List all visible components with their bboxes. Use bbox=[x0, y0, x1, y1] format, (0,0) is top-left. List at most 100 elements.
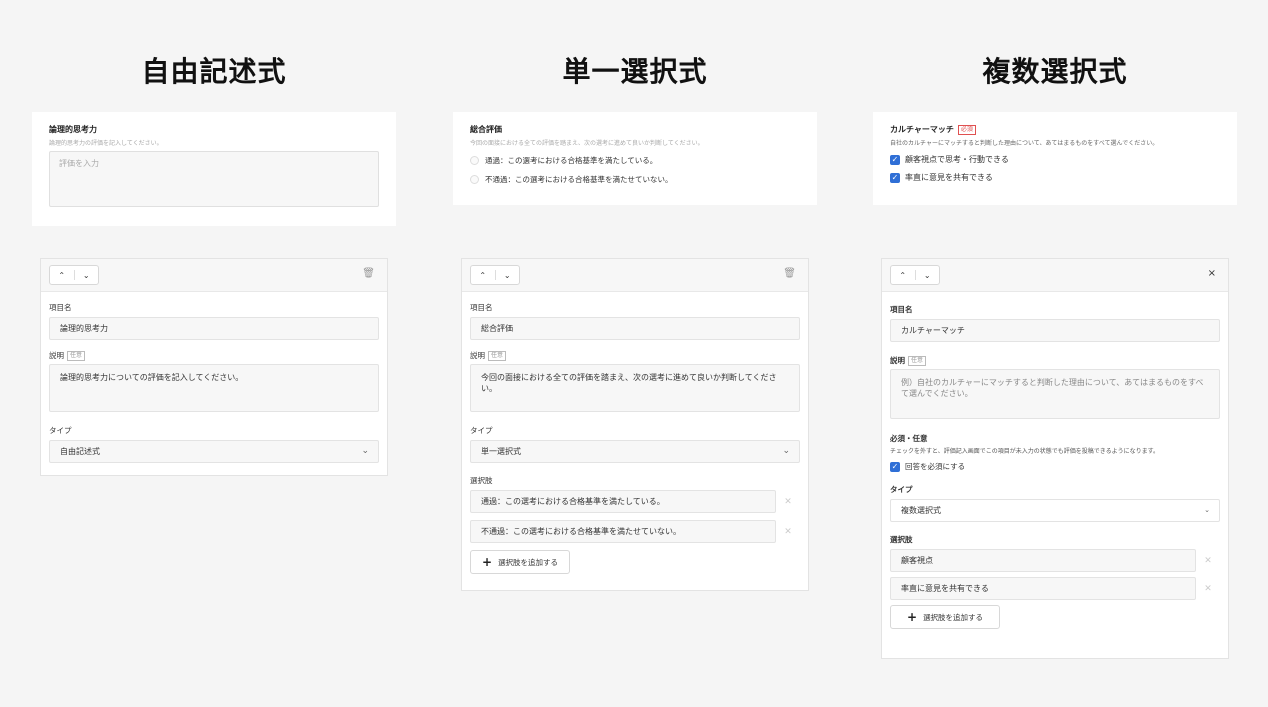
type-label: タイプ bbox=[890, 485, 913, 494]
checkbox-label: 率直に意見を共有できる bbox=[905, 173, 993, 182]
description-label: 説明 bbox=[890, 356, 905, 365]
required-checkbox[interactable]: ✓ 回答を必須にする bbox=[890, 461, 1220, 472]
add-option-button[interactable]: + 選択肢を追加する bbox=[470, 550, 571, 574]
preview-label: 論理的思考力 bbox=[49, 125, 97, 134]
description-label: 説明 bbox=[470, 351, 485, 360]
description-textarea[interactable]: 論理的思考力についての評価を記入してください。 bbox=[49, 364, 379, 412]
radio-icon[interactable] bbox=[470, 175, 479, 184]
item-name-input[interactable]: カルチャーマッチ bbox=[890, 319, 1220, 342]
preview-description: 論理的思考力の評価を記入してください。 bbox=[49, 140, 163, 147]
trash-icon[interactable]: 🗑 bbox=[783, 268, 796, 279]
single-choice-preview: 総合評価 今回の面接における全ての評価を踏まえ、次の選考に進めて良いか判断してく… bbox=[453, 112, 817, 205]
editor-header: ⌃ ⌄ 🗑 bbox=[462, 259, 808, 292]
chevron-down-icon[interactable]: ⌄ bbox=[496, 271, 520, 280]
option-input[interactable]: 率直に意見を共有できる bbox=[890, 577, 1196, 600]
optional-badge: 任意 bbox=[67, 351, 86, 361]
option-input[interactable]: 不通過：この選考における合格基準を満たせていない。 bbox=[470, 520, 776, 543]
preview-description: 今回の面接における全ての評価を踏まえ、次の選考に進めて良いか判断してください。 bbox=[470, 140, 704, 147]
editor-header: ⌃ ⌄ 🗑 bbox=[41, 259, 387, 292]
chevron-down-icon: ⌄ bbox=[782, 446, 790, 456]
option-input[interactable]: 通過：この選考における合格基準を満たしている。 bbox=[470, 490, 776, 513]
optional-badge: 任意 bbox=[488, 351, 507, 361]
chevron-down-icon[interactable]: ⌄ bbox=[75, 271, 99, 280]
reorder-buttons: ⌃ ⌄ bbox=[49, 265, 99, 285]
column-title: 複数選択式 bbox=[982, 55, 1128, 88]
chevron-up-icon[interactable]: ⌃ bbox=[471, 271, 495, 280]
radio-label: 不通過：この選考における合格基準を満たせていない。 bbox=[485, 175, 673, 184]
item-name-input[interactable]: 総合評価 bbox=[470, 317, 800, 340]
required-label: 必須・任意 bbox=[890, 434, 928, 443]
close-icon[interactable]: ✕ bbox=[776, 527, 800, 537]
required-checkbox-label: 回答を必須にする bbox=[905, 462, 966, 471]
plus-icon: + bbox=[482, 555, 493, 569]
preview-label-row: カルチャーマッチ 必須 bbox=[890, 124, 1220, 135]
radio-icon[interactable] bbox=[470, 156, 479, 165]
description-label: 説明 bbox=[49, 351, 64, 360]
checkbox-option[interactable]: ✓ 顧客視点で思考・行動できる bbox=[890, 154, 1220, 165]
chevron-up-icon[interactable]: ⌃ bbox=[50, 271, 74, 280]
options-label: 選択肢 bbox=[470, 476, 493, 485]
close-icon[interactable]: ✕ bbox=[1196, 584, 1220, 594]
preview-label: 総合評価 bbox=[470, 125, 502, 134]
radio-option[interactable]: 通過：この選考における合格基準を満たしている。 bbox=[470, 155, 800, 166]
chevron-up-icon[interactable]: ⌃ bbox=[891, 271, 915, 280]
type-select[interactable]: 単一選択式 ⌄ bbox=[470, 440, 800, 463]
plus-icon: + bbox=[907, 610, 918, 624]
column-title: 自由記述式 bbox=[141, 55, 287, 88]
check-icon[interactable]: ✓ bbox=[890, 461, 900, 472]
type-select-value: 複数選択式 bbox=[901, 506, 941, 515]
column-title: 単一選択式 bbox=[562, 55, 708, 88]
editor-header: ⌃ ⌄ × bbox=[882, 259, 1228, 292]
option-row: 率直に意見を共有できる ✕ bbox=[890, 577, 1220, 600]
type-label: タイプ bbox=[470, 426, 493, 435]
chevron-down-icon[interactable]: ⌄ bbox=[916, 271, 940, 280]
item-name-label: 項目名 bbox=[49, 303, 72, 312]
add-option-label: 選択肢を追加する bbox=[498, 557, 559, 567]
evaluation-textarea[interactable]: 評価を入力 bbox=[49, 151, 379, 207]
option-row: 顧客視点 ✕ bbox=[890, 549, 1220, 572]
checkbox-label: 顧客視点で思考・行動できる bbox=[905, 155, 1009, 164]
type-select-value: 単一選択式 bbox=[481, 447, 521, 456]
item-name-label: 項目名 bbox=[890, 305, 913, 314]
type-select[interactable]: 自由記述式 ⌄ bbox=[49, 440, 379, 463]
reorder-buttons: ⌃ ⌄ bbox=[890, 265, 940, 285]
radio-option[interactable]: 不通過：この選考における合格基準を満たせていない。 bbox=[470, 174, 800, 185]
trash-icon[interactable]: 🗑 bbox=[362, 268, 375, 279]
free-text-editor: ⌃ ⌄ 🗑 項目名 論理的思考力 説明 任意 論理的思考力についての評価を記入して… bbox=[40, 258, 388, 476]
chevron-down-icon: ⌄ bbox=[361, 446, 369, 456]
type-label: タイプ bbox=[49, 426, 72, 435]
options-label: 選択肢 bbox=[890, 535, 913, 544]
required-badge: 必須 bbox=[957, 125, 976, 135]
close-icon[interactable]: ✕ bbox=[776, 497, 800, 507]
preview-description: 自社のカルチャーにマッチすると判断した理由について、あてはまるものをすべて選んで… bbox=[890, 140, 1159, 147]
reorder-buttons: ⌃ ⌄ bbox=[470, 265, 520, 285]
item-name-label: 項目名 bbox=[470, 303, 493, 312]
add-option-label: 選択肢を追加する bbox=[923, 612, 984, 622]
option-input[interactable]: 顧客視点 bbox=[890, 549, 1196, 572]
description-label-row: 説明 任意 bbox=[890, 355, 1220, 366]
description-label-row: 説明 任意 bbox=[470, 350, 800, 361]
description-textarea[interactable]: 例）自社のカルチャーにマッチすると判断した理由について、あてはまるものをすべて選… bbox=[890, 369, 1220, 419]
optional-badge: 任意 bbox=[908, 356, 927, 366]
checkbox-option[interactable]: ✓ 率直に意見を共有できる bbox=[890, 172, 1220, 183]
multi-choice-preview: カルチャーマッチ 必須 自社のカルチャーにマッチすると判断した理由について、あては… bbox=[873, 112, 1237, 205]
option-row: 通過：この選考における合格基準を満たしている。 ✕ bbox=[470, 490, 800, 513]
preview-label: カルチャーマッチ bbox=[890, 125, 954, 134]
check-icon[interactable]: ✓ bbox=[890, 154, 900, 165]
close-icon[interactable]: ✕ bbox=[1196, 556, 1220, 566]
type-select[interactable]: 複数選択式 ⌄ bbox=[890, 499, 1220, 522]
option-row: 不通過：この選考における合格基準を満たせていない。 ✕ bbox=[470, 520, 800, 543]
free-text-preview: 論理的思考力 論理的思考力の評価を記入してください。 評価を入力 bbox=[32, 112, 396, 226]
description-textarea[interactable]: 今回の面接における全ての評価を踏まえ、次の選考に進めて良いか判断してください。 bbox=[470, 364, 800, 412]
single-choice-editor: ⌃ ⌄ 🗑 項目名 総合評価 説明 任意 今回の面接における全ての評価を踏まえ、次… bbox=[461, 258, 809, 591]
check-icon[interactable]: ✓ bbox=[890, 172, 900, 183]
required-description: チェックを外すと、評価記入画面でこの項目が未入力の状態でも評価を投稿できるように… bbox=[890, 448, 1160, 455]
close-icon[interactable]: × bbox=[1208, 268, 1216, 279]
radio-label: 通過：この選考における合格基準を満たしている。 bbox=[485, 156, 658, 165]
type-select-value: 自由記述式 bbox=[60, 447, 100, 456]
item-name-input[interactable]: 論理的思考力 bbox=[49, 317, 379, 340]
add-option-button[interactable]: + 選択肢を追加する bbox=[890, 605, 1001, 629]
chevron-down-icon: ⌄ bbox=[1204, 506, 1210, 514]
description-label-row: 説明 任意 bbox=[49, 350, 379, 361]
multi-choice-editor: ⌃ ⌄ × 項目名 カルチャーマッチ 説明 任意 例）自社のカルチャーにマッチする… bbox=[881, 258, 1229, 659]
